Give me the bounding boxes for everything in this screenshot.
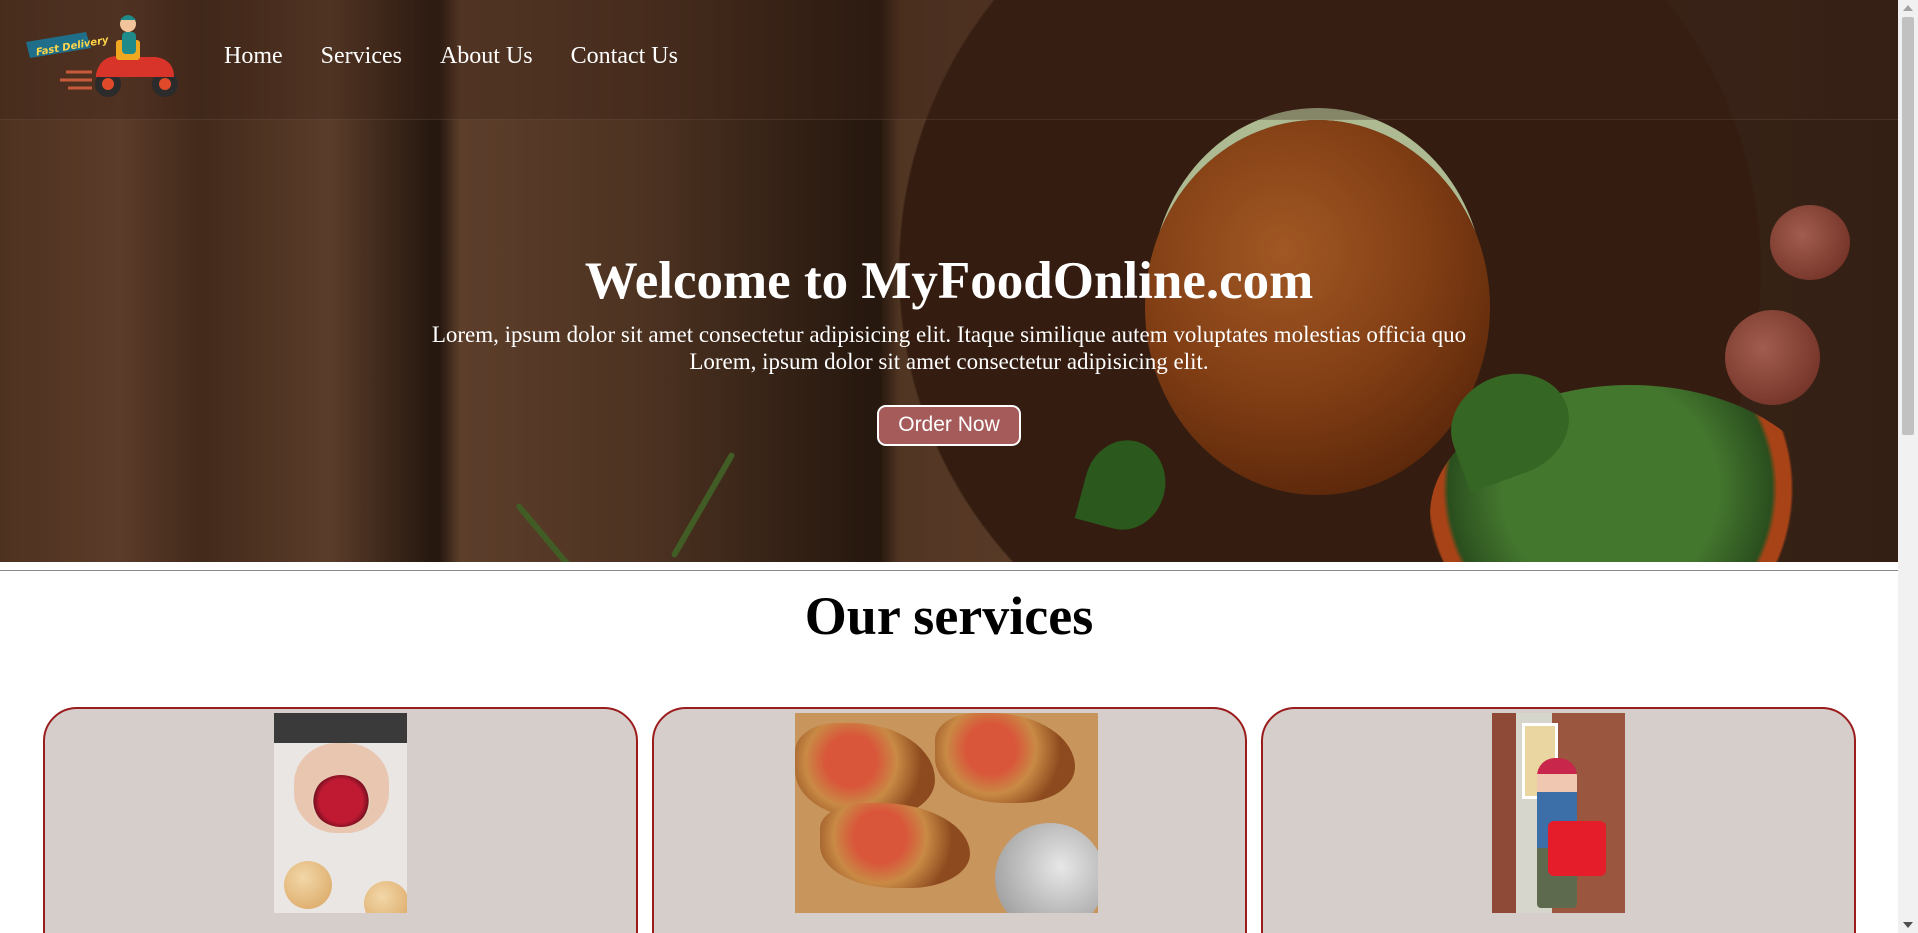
pomegranate-image bbox=[274, 713, 407, 913]
vertical-scrollbar[interactable] bbox=[1898, 0, 1918, 933]
navbar: Fast Delivery Home Services About Us Con… bbox=[0, 0, 1898, 120]
nav-link-contact-us[interactable]: Contact Us bbox=[571, 43, 678, 70]
nav-link-about-us[interactable]: About Us bbox=[440, 43, 533, 70]
delivery-person-image bbox=[1492, 713, 1625, 913]
service-cards bbox=[43, 707, 1856, 933]
scrollbar-thumb[interactable] bbox=[1902, 17, 1914, 435]
hero-description: Lorem, ipsum dolor sit amet consectetur … bbox=[431, 322, 1467, 374]
service-card-fresh-produce bbox=[43, 707, 638, 933]
pizza-image bbox=[795, 713, 1098, 913]
hero-section: Fast Delivery Home Services About Us Con… bbox=[0, 0, 1898, 562]
scroll-up-arrow-icon[interactable] bbox=[1903, 5, 1913, 11]
order-now-button[interactable]: Order Now bbox=[877, 405, 1021, 446]
service-card-pizza bbox=[652, 707, 1247, 933]
delivery-scooter-icon[interactable]: Fast Delivery bbox=[26, 12, 178, 102]
service-card-delivery bbox=[1261, 707, 1856, 933]
nav-link-services[interactable]: Services bbox=[321, 43, 402, 70]
nav-links: Home Services About Us Contact Us bbox=[224, 43, 678, 70]
services-title: Our services bbox=[804, 586, 1094, 646]
section-divider bbox=[0, 570, 1898, 571]
nav-link-home[interactable]: Home bbox=[224, 43, 283, 70]
scroll-down-arrow-icon[interactable] bbox=[1903, 922, 1913, 928]
hero-content: Welcome to MyFoodOnline.com Lorem, ipsum… bbox=[0, 245, 1898, 446]
page: Fast Delivery Home Services About Us Con… bbox=[0, 0, 1898, 933]
hero-title: Welcome to MyFoodOnline.com bbox=[584, 252, 1314, 310]
